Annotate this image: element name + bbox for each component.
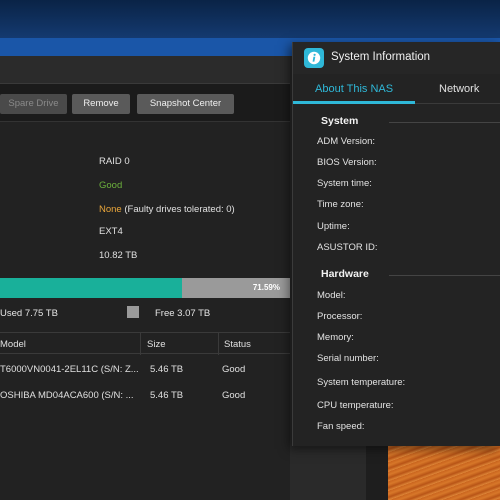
info-icon bbox=[304, 48, 324, 68]
serial-number-label: Serial number: bbox=[317, 353, 379, 364]
column-model[interactable]: Model bbox=[0, 339, 26, 350]
fault-tolerance: None (Faulty drives tolerated: 0) bbox=[99, 204, 235, 215]
raid-level: RAID 0 bbox=[99, 156, 130, 167]
tab-network[interactable]: Network bbox=[439, 83, 479, 95]
hardware-heading: Hardware bbox=[321, 268, 369, 280]
fan-speed-label: Fan speed: bbox=[317, 421, 365, 432]
memory-label: Memory: bbox=[317, 332, 354, 343]
system-information-window: System Information About This NAS Networ… bbox=[292, 42, 500, 446]
table-row[interactable]: T6000VN0041-2EL11C (S/N: Z... 5.46 TB Go… bbox=[0, 358, 290, 382]
column-separator bbox=[140, 333, 141, 355]
uptime-label: Uptime: bbox=[317, 221, 350, 232]
table-row[interactable]: OSHIBA MD04ACA600 (S/N: ... 5.46 TB Good bbox=[0, 384, 290, 408]
system-time-label: System time: bbox=[317, 178, 372, 189]
drive-size: 5.46 TB bbox=[150, 390, 184, 401]
drive-size: 5.46 TB bbox=[150, 364, 184, 375]
drive-model: OSHIBA MD04ACA600 (S/N: ... bbox=[0, 390, 134, 401]
section-divider bbox=[389, 275, 500, 276]
sysinfo-title: System Information bbox=[331, 51, 431, 63]
desktop-background bbox=[0, 0, 500, 38]
capacity: 10.82 TB bbox=[99, 250, 138, 261]
adm-version-label: ADM Version: bbox=[317, 136, 376, 147]
section-divider bbox=[389, 122, 500, 123]
usage-bar: 71.59% bbox=[0, 278, 290, 298]
usage-bar-fill bbox=[0, 278, 182, 298]
spare-drive-button[interactable]: Spare Drive bbox=[0, 94, 67, 114]
tab-about-this-nas[interactable]: About This NAS bbox=[315, 83, 393, 95]
free-swatch bbox=[127, 306, 139, 318]
time-zone-label: Time zone: bbox=[317, 199, 364, 210]
sysinfo-titlebar[interactable]: System Information bbox=[293, 42, 500, 74]
sysinfo-tabs: About This NAS Network bbox=[293, 74, 500, 104]
column-status[interactable]: Status bbox=[224, 339, 251, 350]
processor-label: Processor: bbox=[317, 311, 363, 322]
remove-button[interactable]: Remove bbox=[72, 94, 130, 114]
model-label: Model: bbox=[317, 290, 346, 301]
used-legend: Used 7.75 TB bbox=[0, 308, 58, 319]
asustor-id-label: ASUSTOR ID: bbox=[317, 242, 378, 253]
fault-tolerance-value: None bbox=[99, 204, 122, 215]
filesystem: EXT4 bbox=[99, 226, 123, 237]
system-heading: System bbox=[321, 115, 359, 127]
active-tab-indicator bbox=[293, 101, 415, 104]
column-separator bbox=[218, 333, 219, 355]
volume-status: Good bbox=[99, 180, 123, 191]
drive-status: Good bbox=[222, 390, 246, 401]
column-size[interactable]: Size bbox=[147, 339, 165, 350]
drive-model: T6000VN0041-2EL11C (S/N: Z... bbox=[0, 364, 139, 375]
free-legend: Free 3.07 TB bbox=[155, 308, 211, 319]
drive-status: Good bbox=[222, 364, 246, 375]
snapshot-center-button[interactable]: Snapshot Center bbox=[137, 94, 234, 114]
fault-tolerance-note: (Faulty drives tolerated: 0) bbox=[124, 204, 235, 215]
system-temperature-label: System temperature: bbox=[317, 377, 406, 388]
bios-version-label: BIOS Version: bbox=[317, 157, 377, 168]
usage-percent: 71.59% bbox=[252, 283, 280, 292]
drives-table-header: Model Size Status bbox=[0, 332, 290, 355]
cpu-temperature-label: CPU temperature: bbox=[317, 400, 394, 411]
